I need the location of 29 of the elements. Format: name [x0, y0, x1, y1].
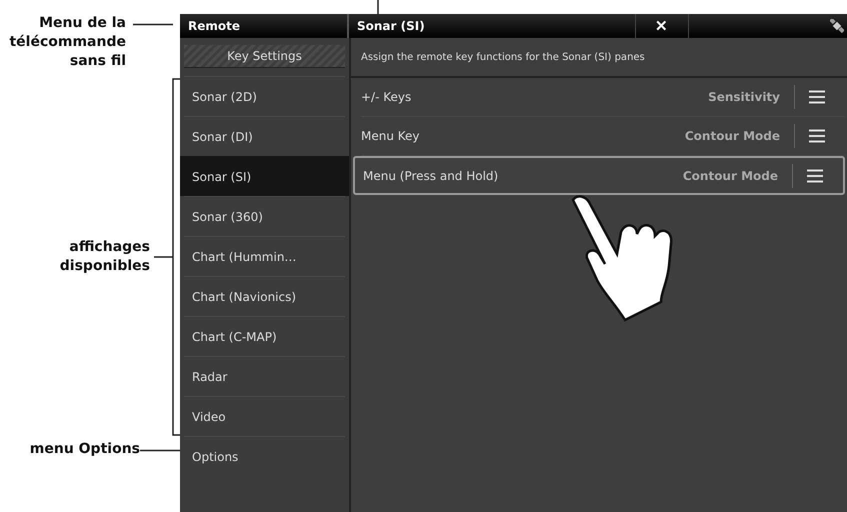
sidebar-item[interactable]: Sonar (2D)	[184, 76, 345, 116]
leader-line	[377, 0, 379, 14]
key-label: Menu Key	[361, 129, 421, 143]
key-label: +/- Keys	[361, 90, 412, 104]
pane-title: Sonar (SI)	[357, 19, 425, 33]
pane-title: Remote	[188, 19, 240, 33]
sidebar-item[interactable]: Sonar (SI)	[180, 156, 349, 196]
sidebar-item[interactable]: Radar	[184, 356, 345, 396]
sidebar-item[interactable]: Chart (Hummin…	[184, 236, 345, 276]
menu-icon[interactable]	[809, 129, 825, 143]
key-settings-button[interactable]: Key Settings	[184, 45, 345, 68]
function-value: Sensitivity	[708, 90, 780, 104]
function-value: Contour Mode	[684, 129, 780, 143]
key-row[interactable]: +/- Keys Sensitivity	[361, 78, 845, 117]
sidebar-item[interactable]: Video	[184, 396, 345, 436]
sidebar-item[interactable]: Chart (C-MAP)	[184, 316, 345, 356]
callout-label: affichages disponibles	[58, 238, 150, 276]
callout-label: menu Options	[28, 440, 140, 459]
function-value: Contour Mode	[682, 168, 778, 182]
menu-icon[interactable]	[807, 168, 823, 182]
sidebar-item[interactable]: Sonar (360)	[184, 196, 345, 236]
callout-label: Menu de la télécommande sans fil	[8, 14, 126, 71]
satellite-icon	[830, 19, 844, 33]
description-text: Assign the remote key functions for the Sonar (SI) panes	[351, 38, 847, 78]
menu-icon[interactable]	[809, 90, 825, 104]
key-label: Menu (Press and Hold)	[363, 168, 500, 182]
sidebar-item[interactable]: Options	[184, 436, 345, 476]
sidebar-item[interactable]: Chart (Navionics)	[184, 276, 345, 316]
key-row[interactable]: Menu (Press and Hold) Contour Mode	[353, 156, 845, 195]
